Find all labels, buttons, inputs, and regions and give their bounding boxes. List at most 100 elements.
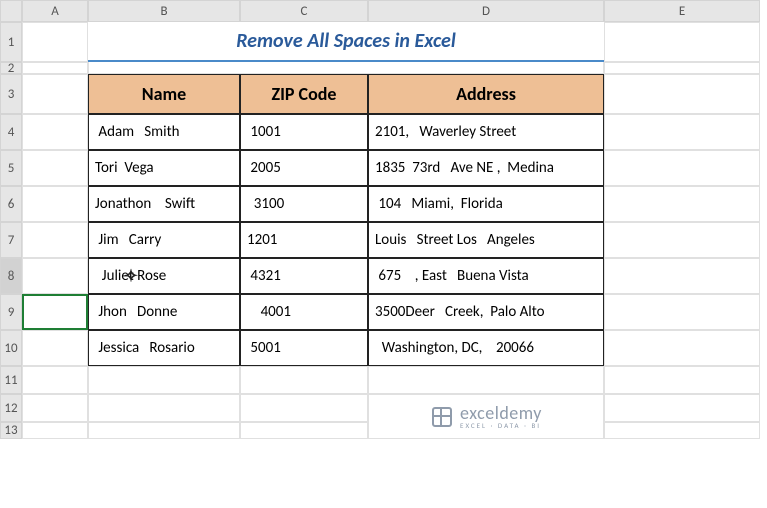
cell-zip-1[interactable]: 2005 xyxy=(240,150,368,186)
cell-e1[interactable] xyxy=(604,22,760,62)
cell-address-5[interactable]: 3500Deer Creek, Palo Alto xyxy=(368,294,604,330)
cell-d11[interactable] xyxy=(368,366,604,394)
cell-a8[interactable] xyxy=(22,258,88,294)
row-header-1[interactable]: 1 xyxy=(0,22,22,62)
cell-address-1[interactable]: 1835 73rd Ave NE , Medina xyxy=(368,150,604,186)
cell-a3[interactable] xyxy=(22,74,88,114)
row-header-4[interactable]: 4 xyxy=(0,114,22,150)
cell-zip-2[interactable]: 3100 xyxy=(240,186,368,222)
cell-name-3[interactable]: Jim Carry xyxy=(88,222,240,258)
row-header-11[interactable]: 11 xyxy=(0,366,22,394)
cell-e9[interactable] xyxy=(604,294,760,330)
cell-address-4[interactable]: 675 , East Buena Vista xyxy=(368,258,604,294)
text: 675 , East Buena Vista xyxy=(375,267,529,285)
cell-a6[interactable] xyxy=(22,186,88,222)
col-header-b[interactable]: B xyxy=(88,0,240,22)
cell-a7[interactable] xyxy=(22,222,88,258)
cell-a4[interactable] xyxy=(22,114,88,150)
cell-a2[interactable] xyxy=(22,62,88,74)
cell-e8[interactable] xyxy=(604,258,760,294)
cell-b11[interactable] xyxy=(88,366,240,394)
cell-name-6[interactable]: Jessica Rosario xyxy=(88,330,240,366)
select-all-corner[interactable] xyxy=(0,0,22,22)
spreadsheet-icon xyxy=(430,405,454,429)
cell-address-2[interactable]: 104 Miami, Florida xyxy=(368,186,604,222)
cell-zip-4[interactable]: 4321 xyxy=(240,258,368,294)
cell-e12[interactable] xyxy=(604,394,760,422)
row-header-3[interactable]: 3 xyxy=(0,74,22,114)
text: Jim Carry xyxy=(95,231,161,249)
row-header-7[interactable]: 7 xyxy=(0,222,22,258)
cell-e13[interactable] xyxy=(604,422,760,439)
row-header-10[interactable]: 10 xyxy=(0,330,22,366)
table-header-address[interactable]: Address xyxy=(368,74,604,114)
cell-zip-0[interactable]: 1001 xyxy=(240,114,368,150)
text: Washington, DC, 20066 xyxy=(375,339,534,357)
cell-a10[interactable] xyxy=(22,330,88,366)
text: Jonathon Swift xyxy=(95,195,195,213)
brand-name: exceldemy xyxy=(460,404,542,422)
cell-a9[interactable] xyxy=(22,294,88,330)
cell-a5[interactable] xyxy=(22,150,88,186)
col-header-c[interactable]: C xyxy=(240,0,368,22)
cell-c12[interactable] xyxy=(240,394,368,422)
cell-name-1[interactable]: Tori Vega xyxy=(88,150,240,186)
cell-name-5[interactable]: Jhon Donne xyxy=(88,294,240,330)
cell-address-0[interactable]: 2101, Waverley Street xyxy=(368,114,604,150)
cell-b13[interactable] xyxy=(88,422,240,439)
text: 1001 xyxy=(247,123,281,141)
row-header-6[interactable]: 6 xyxy=(0,186,22,222)
cell-a13[interactable] xyxy=(22,422,88,439)
cell-zip-3[interactable]: 1201 xyxy=(240,222,368,258)
text: 1835 73rd Ave NE , Medina xyxy=(375,159,554,177)
cell-e10[interactable] xyxy=(604,330,760,366)
cell-a11[interactable] xyxy=(22,366,88,394)
cell-c13[interactable] xyxy=(240,422,368,439)
cell-address-3[interactable]: Louis Street Los Angeles xyxy=(368,222,604,258)
cell-e6[interactable] xyxy=(604,186,760,222)
col-header-d[interactable]: D xyxy=(368,0,604,22)
cell-e11[interactable] xyxy=(604,366,760,394)
cell-name-2[interactable]: Jonathon Swift xyxy=(88,186,240,222)
text: Adam Smith xyxy=(95,123,180,141)
cell-b2d2[interactable] xyxy=(88,62,604,74)
page-title: Remove All Spaces in Excel xyxy=(88,22,604,62)
cell-e2[interactable] xyxy=(604,62,760,74)
cell-a1[interactable] xyxy=(22,22,88,62)
text: Louis Street Los Angeles xyxy=(375,231,535,249)
text: 1201 xyxy=(247,231,277,249)
text: 3500Deer Creek, Palo Alto xyxy=(375,303,545,321)
brand-logo: exceldemy EXCEL · DATA · BI xyxy=(368,394,604,439)
row-header-13[interactable]: 13 xyxy=(0,422,22,439)
row-header-12[interactable]: 12 xyxy=(0,394,22,422)
spreadsheet-grid: A B C D E 1 Remove All Spaces in Excel 2… xyxy=(0,0,767,439)
row-header-8[interactable]: 8 xyxy=(0,258,22,294)
cell-zip-6[interactable]: 5001 xyxy=(240,330,368,366)
cell-e3[interactable] xyxy=(604,74,760,114)
cell-a12[interactable] xyxy=(22,394,88,422)
cell-e5[interactable] xyxy=(604,150,760,186)
row-header-5[interactable]: 5 xyxy=(0,150,22,186)
cell-c11[interactable] xyxy=(240,366,368,394)
text: 4321 xyxy=(247,267,281,285)
cell-name-4[interactable]: Juliet Rose ✧ xyxy=(88,258,240,294)
row-header-2[interactable]: 2 xyxy=(0,62,22,74)
col-header-a[interactable]: A xyxy=(22,0,88,22)
cell-zip-5[interactable]: 4001 xyxy=(240,294,368,330)
table-header-name[interactable]: Name xyxy=(88,74,240,114)
text: 104 Miami, Florida xyxy=(375,195,503,213)
cell-address-6[interactable]: Washington, DC, 20066 xyxy=(368,330,604,366)
cell-b12[interactable] xyxy=(88,394,240,422)
brand-tagline: EXCEL · DATA · BI xyxy=(460,422,542,429)
text: 4001 xyxy=(247,303,291,321)
text: 3100 xyxy=(247,195,284,213)
col-header-e[interactable]: E xyxy=(604,0,760,22)
text: 5001 xyxy=(247,339,281,357)
cell-name-0[interactable]: Adam Smith xyxy=(88,114,240,150)
text: 2005 xyxy=(247,159,281,177)
cell-e7[interactable] xyxy=(604,222,760,258)
text: Tori Vega xyxy=(95,159,154,177)
cell-e4[interactable] xyxy=(604,114,760,150)
row-header-9[interactable]: 9 xyxy=(0,294,22,330)
table-header-zip[interactable]: ZIP Code xyxy=(240,74,368,114)
